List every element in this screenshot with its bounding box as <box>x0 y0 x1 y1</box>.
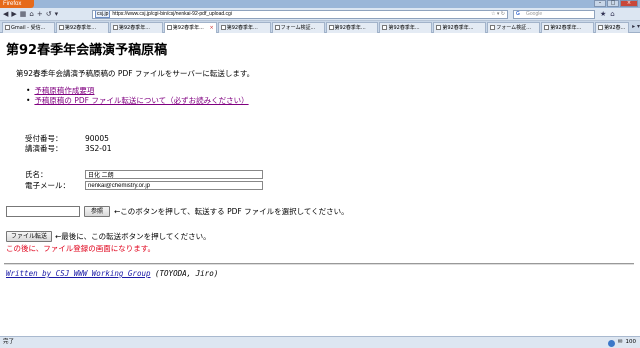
toolbar-right-icons: ★ ⌂ <box>600 10 615 19</box>
page-icon <box>382 25 388 30</box>
page-icon <box>598 25 604 30</box>
list-item: 予稿原稿の PDF ファイル転送について（必ずお読みください） <box>26 96 248 106</box>
browse-hint: ←このボタンを押して、転送する PDF ファイルを選択してください。 <box>114 207 349 216</box>
reception-number-value: 90005 <box>85 134 109 143</box>
mail-icon[interactable]: ✉ <box>618 337 623 348</box>
nav-buttons: ◀ ▶ ▦ ⌂ + ↺ ▾ <box>3 10 58 19</box>
history-icon[interactable]: ↺ <box>46 10 52 19</box>
chevron-down-icon[interactable]: ▾ <box>55 10 59 19</box>
page-icon <box>220 25 226 30</box>
email-field[interactable] <box>85 181 263 190</box>
file-send-row: ファイル転送 ←最後に、この転送ボタンを押してください。 <box>6 231 211 242</box>
status-bar: 完了 ✉ 100 <box>0 336 640 348</box>
page-icon <box>544 25 550 30</box>
add-icon[interactable]: + <box>37 10 43 19</box>
page-icon <box>274 25 280 30</box>
tab-page[interactable]: 第92春季年... <box>109 22 163 33</box>
reception-number-label: 受付番号： <box>25 134 63 143</box>
close-tab-icon[interactable]: × <box>209 23 213 33</box>
tab-bar: Gmail - 受信... 第92春季年... 第92春季年... 第92春季年… <box>0 21 640 33</box>
tab-page[interactable]: 第92春季年... <box>325 22 379 33</box>
tab-page[interactable]: 第92春... <box>595 22 630 33</box>
tab-page[interactable]: フォーム検証... <box>271 22 325 33</box>
back-icon[interactable]: ◀ <box>3 10 8 19</box>
list-item: 予稿原稿作成要項 <box>26 86 249 96</box>
send-hint: ←最後に、この転送ボタンを押してください。 <box>55 232 211 241</box>
star-icon[interactable]: ☆ ▾ ↻ <box>491 11 505 18</box>
home-page-icon[interactable]: ⌂ <box>610 10 614 19</box>
name-label: 氏名： <box>25 170 48 179</box>
tab-active[interactable]: 第92春季年... × <box>163 22 217 33</box>
page-content: 第92春季年会講演予稿原稿 第92春季年会講演予稿原稿の PDF ファイルをサー… <box>0 34 640 334</box>
page-icon <box>166 25 172 30</box>
gmail-icon <box>5 25 10 30</box>
close-window-button[interactable]: × <box>620 0 638 7</box>
window-titlebar: Firefox – □ × <box>0 0 640 8</box>
credits-link[interactable]: Written by CSJ WWW Working Group <box>6 269 151 278</box>
file-select-row: 参照 ←このボタンを押して、転送する PDF ファイルを選択してください。 <box>6 206 349 217</box>
address-bar[interactable]: csj.jp https://www.csj.jp/cgi-bin/csj/nen… <box>92 10 508 19</box>
site-identity-badge[interactable]: csj.jp <box>95 11 111 18</box>
registration-info: 受付番号： 90005 講演番号： 3S2-01 <box>25 134 112 154</box>
google-icon: G <box>516 11 520 17</box>
url-text: https://www.csj.jp/cgi-bin/csj/nenkai-92… <box>112 11 232 17</box>
page-icon <box>58 25 64 30</box>
footer: Written by CSJ WWW Working Group (TOYODA… <box>6 269 218 278</box>
browse-button[interactable]: 参照 <box>84 206 110 217</box>
contact-form: 氏名： 電子メール： <box>25 169 263 191</box>
intro-text: 第92春季年会講演予稿原稿の PDF ファイルをサーバーに転送します。 <box>16 69 255 78</box>
divider <box>4 263 634 265</box>
minimize-button[interactable]: – <box>594 0 606 7</box>
page-icon <box>490 25 496 30</box>
email-label: 電子メール： <box>25 181 70 190</box>
tab-page[interactable]: 第92春季年... <box>433 22 487 33</box>
bookmark-icon[interactable]: ★ <box>600 10 606 19</box>
next-step-warning: この後に、ファイル登録の画面になります。 <box>6 244 156 253</box>
addon-icon[interactable] <box>607 340 615 347</box>
status-text: 完了 <box>3 339 15 345</box>
status-right: ✉ 100 <box>607 337 637 348</box>
link-list: 予稿原稿作成要項 予稿原稿の PDF ファイル転送について（必ずお読みください） <box>26 86 249 106</box>
file-transfer-button[interactable]: ファイル転送 <box>6 231 53 242</box>
file-path-input[interactable] <box>6 206 80 217</box>
search-placeholder: Google <box>526 11 543 17</box>
zoom-level: 100 <box>625 339 637 345</box>
page-icon <box>436 25 442 30</box>
name-field[interactable] <box>85 170 263 179</box>
search-input[interactable]: G Google <box>513 10 595 19</box>
tab-page[interactable]: 第92春季年... <box>541 22 595 33</box>
page-icon <box>112 25 118 30</box>
tab-page[interactable]: 第92春季年... <box>217 22 271 33</box>
guidelines-link[interactable]: 予稿原稿作成要項 <box>34 86 94 95</box>
forward-icon[interactable]: ▶ <box>11 10 16 19</box>
tab-page[interactable]: 第92春季年... <box>379 22 433 33</box>
tab-page[interactable]: フォーム検証... <box>487 22 541 33</box>
lecture-number-label: 講演番号： <box>25 144 63 153</box>
navigation-toolbar: ◀ ▶ ▦ ⌂ + ↺ ▾ csj.jp https://www.csj.jp/c… <box>0 8 640 21</box>
tab-page[interactable]: 第92春季年... <box>55 22 109 33</box>
bookmarks-icon[interactable]: ▦ <box>20 10 27 19</box>
author-note: (TOYODA, Jiro) <box>155 269 219 278</box>
tab-gmail[interactable]: Gmail - 受信... <box>2 22 55 33</box>
firefox-menu-button[interactable]: Firefox <box>0 0 34 8</box>
maximize-button[interactable]: □ <box>607 0 619 7</box>
page-icon <box>328 25 334 30</box>
home-icon[interactable]: ⌂ <box>29 10 33 19</box>
tab-list-icon[interactable]: ▸ ▾ <box>632 21 640 32</box>
lecture-number-value: 3S2-01 <box>85 144 112 153</box>
page-title: 第92春季年会講演予稿原稿 <box>6 43 168 58</box>
window-controls: – □ × <box>594 0 638 8</box>
transfer-info-link[interactable]: 予稿原稿の PDF ファイル転送について（必ずお読みください） <box>34 96 248 105</box>
